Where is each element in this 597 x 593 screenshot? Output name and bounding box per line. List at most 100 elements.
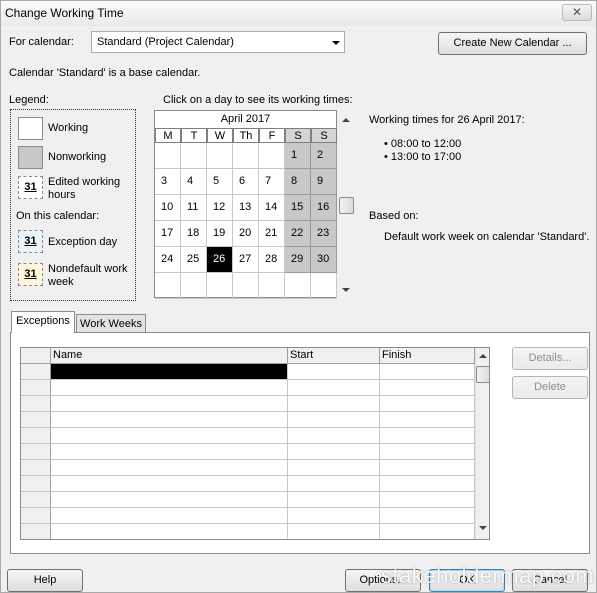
calendar-day-20[interactable]: 20 <box>233 221 259 247</box>
calendar-day-empty <box>233 273 259 299</box>
row-header[interactable] <box>21 460 51 476</box>
row-header[interactable] <box>21 380 51 396</box>
grid-scroll-thumb[interactable] <box>476 366 489 383</box>
calendar-day-22[interactable]: 22 <box>285 221 311 247</box>
delete-button[interactable]: Delete <box>512 376 588 399</box>
grid-cell-name[interactable] <box>51 460 288 476</box>
for-calendar-value: Standard (Project Calendar) <box>97 36 234 48</box>
column-header-name[interactable]: Name <box>51 348 288 364</box>
row-header[interactable] <box>21 492 51 508</box>
calendar-day-26[interactable]: 26 <box>207 247 233 273</box>
calendar-day-19[interactable]: 19 <box>207 221 233 247</box>
calendar-day-6[interactable]: 6 <box>233 169 259 195</box>
grid-cell-name[interactable] <box>51 524 288 539</box>
calendar-day-empty <box>311 273 337 299</box>
grid-cell-finish[interactable] <box>380 508 475 524</box>
row-header[interactable] <box>21 428 51 444</box>
exceptions-grid[interactable]: Name Start Finish <box>20 347 490 540</box>
grid-cell-name[interactable] <box>51 396 288 412</box>
weekday-header: T <box>181 128 207 143</box>
row-header[interactable] <box>21 476 51 492</box>
grid-cell-start[interactable] <box>288 428 380 444</box>
calendar-day-11[interactable]: 11 <box>181 195 207 221</box>
calendar-day-12[interactable]: 12 <box>207 195 233 221</box>
calendar-day-13[interactable]: 13 <box>233 195 259 221</box>
calendar-day-9[interactable]: 9 <box>311 169 337 195</box>
month-calendar[interactable]: April 2017 M T W Th F S S 1 2 3 4 5 6 7 8 9 10 11 12 13 14 15… <box>154 110 337 299</box>
help-button[interactable]: Help <box>7 569 83 592</box>
grid-cell-finish[interactable] <box>380 476 475 492</box>
calendar-day-27[interactable]: 27 <box>233 247 259 273</box>
grid-cell-finish[interactable] <box>380 524 475 539</box>
grid-cell-start[interactable] <box>288 380 380 396</box>
grid-cell-finish[interactable] <box>380 412 475 428</box>
scroll-up-icon[interactable] <box>479 354 487 358</box>
calendar-day-15[interactable]: 15 <box>285 195 311 221</box>
based-on-label: Based on: <box>369 210 419 222</box>
row-header[interactable] <box>21 508 51 524</box>
row-header[interactable] <box>21 364 51 380</box>
calendar-day-14[interactable]: 14 <box>259 195 285 221</box>
grid-cell-finish[interactable] <box>380 428 475 444</box>
grid-cell-name[interactable] <box>51 508 288 524</box>
calendar-day-16[interactable]: 16 <box>311 195 337 221</box>
grid-cell-name[interactable] <box>51 476 288 492</box>
calendar-day-3[interactable]: 3 <box>155 169 181 195</box>
grid-cell-name[interactable] <box>51 492 288 508</box>
calendar-day-23[interactable]: 23 <box>311 221 337 247</box>
calendar-day-29[interactable]: 29 <box>285 247 311 273</box>
create-new-calendar-button[interactable]: Create New Calendar ... <box>438 32 587 55</box>
calendar-day-1[interactable]: 1 <box>285 143 311 169</box>
for-calendar-select[interactable]: Standard (Project Calendar) <box>91 31 345 53</box>
grid-cell-finish[interactable] <box>380 396 475 412</box>
grid-cell-start[interactable] <box>288 492 380 508</box>
calendar-day-28[interactable]: 28 <box>259 247 285 273</box>
row-header[interactable] <box>21 524 51 539</box>
calendar-day-4[interactable]: 4 <box>181 169 207 195</box>
row-header[interactable] <box>21 412 51 428</box>
calendar-day-10[interactable]: 10 <box>155 195 181 221</box>
tab-work-weeks[interactable]: Work Weeks <box>76 314 146 334</box>
calendar-day-30[interactable]: 30 <box>311 247 337 273</box>
tab-exceptions[interactable]: Exceptions <box>11 311 75 333</box>
calendar-day-7[interactable]: 7 <box>259 169 285 195</box>
grid-cell-start[interactable] <box>288 444 380 460</box>
row-header[interactable] <box>21 444 51 460</box>
scroll-up-icon[interactable] <box>342 118 350 122</box>
scroll-down-icon[interactable] <box>342 288 350 292</box>
calendar-day-18[interactable]: 18 <box>181 221 207 247</box>
grid-cell-name[interactable] <box>51 444 288 460</box>
calendar-day-5[interactable]: 5 <box>207 169 233 195</box>
calendar-day-24[interactable]: 24 <box>155 247 181 273</box>
row-header[interactable] <box>21 396 51 412</box>
grid-cell-finish[interactable] <box>380 444 475 460</box>
close-button[interactable]: ✕ <box>562 4 592 21</box>
grid-cell-finish[interactable] <box>380 380 475 396</box>
grid-cell-start[interactable] <box>288 412 380 428</box>
grid-cell-name[interactable] <box>51 364 288 380</box>
grid-cell-name[interactable] <box>51 428 288 444</box>
details-button[interactable]: Details... <box>512 347 588 370</box>
calendar-day-25[interactable]: 25 <box>181 247 207 273</box>
grid-cell-finish[interactable] <box>380 460 475 476</box>
calendar-day-21[interactable]: 21 <box>259 221 285 247</box>
grid-scrollbar[interactable] <box>475 348 489 539</box>
grid-cell-start[interactable] <box>288 364 380 380</box>
grid-cell-name[interactable] <box>51 412 288 428</box>
grid-cell-finish[interactable] <box>380 364 475 380</box>
column-header-start[interactable]: Start <box>288 348 380 364</box>
calendar-scrollbar[interactable] <box>339 110 354 298</box>
calendar-day-2[interactable]: 2 <box>311 143 337 169</box>
grid-cell-finish[interactable] <box>380 492 475 508</box>
grid-cell-start[interactable] <box>288 460 380 476</box>
scroll-down-icon[interactable] <box>479 526 487 530</box>
calendar-day-8[interactable]: 8 <box>285 169 311 195</box>
column-header-finish[interactable]: Finish <box>380 348 475 364</box>
calendar-scroll-thumb[interactable] <box>339 197 354 214</box>
grid-cell-name[interactable] <box>51 380 288 396</box>
grid-cell-start[interactable] <box>288 476 380 492</box>
grid-cell-start[interactable] <box>288 524 380 539</box>
grid-cell-start[interactable] <box>288 508 380 524</box>
grid-cell-start[interactable] <box>288 396 380 412</box>
calendar-day-17[interactable]: 17 <box>155 221 181 247</box>
